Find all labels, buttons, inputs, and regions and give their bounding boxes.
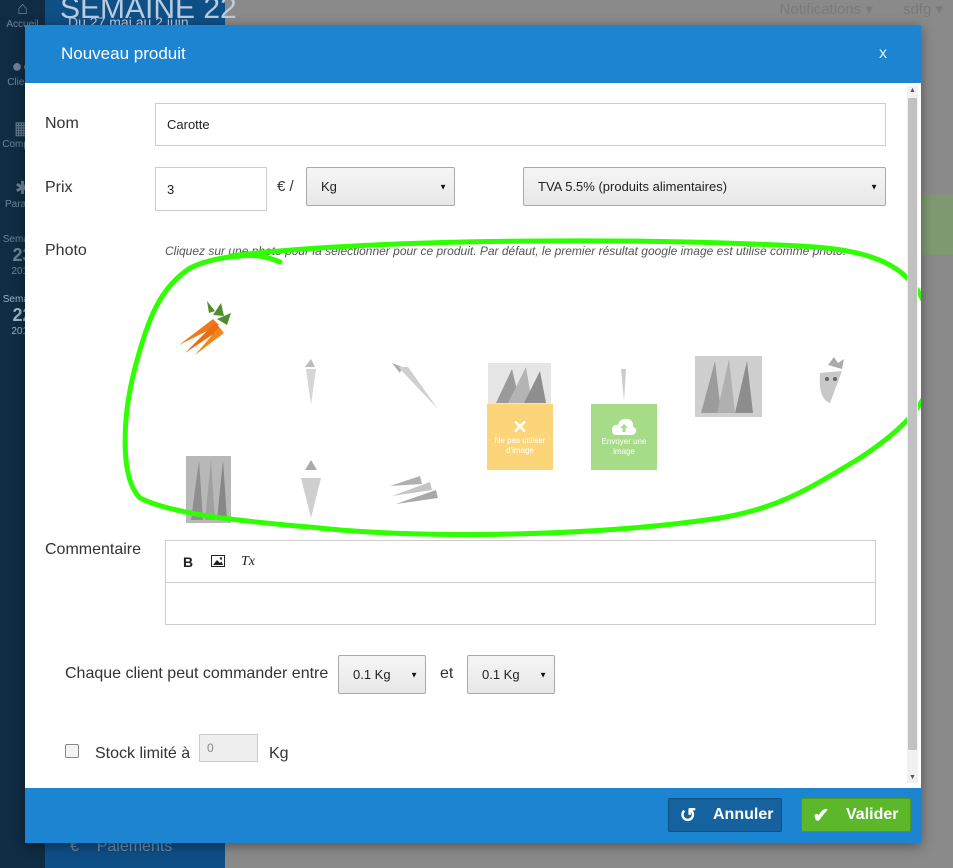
modal-body: Nom Prix € / Kg ▼ TVA 5.5% (produits ali… (25, 83, 921, 788)
no-image-option[interactable]: ✕ Ne pas utiliser d'image (487, 404, 553, 470)
editor-toolbar: B Tx (166, 541, 875, 583)
carrots-photo-grey (186, 456, 231, 523)
nom-input[interactable] (155, 103, 886, 146)
modal-scrollbar[interactable]: ▲ ▼ (907, 86, 918, 783)
bold-button[interactable]: B (180, 554, 196, 570)
close-icon: ✕ (512, 417, 528, 437)
cloud-upload-icon (611, 418, 637, 435)
prix-unit-separator: € / (277, 178, 294, 195)
modal-footer: ↺ Annuler ✔ Valider (25, 788, 921, 843)
photo-option-9[interactable] (277, 456, 344, 523)
bg-green-block (918, 195, 953, 255)
check-icon: ✔ (812, 804, 830, 827)
modal-header: Nouveau produit x (25, 25, 921, 83)
clear-format-button[interactable]: Tx (240, 554, 256, 570)
chevron-down-icon: ▼ (870, 182, 878, 191)
comment-text-area[interactable] (166, 583, 875, 625)
photo-hint: Cliquez sur une photo pour la sélectionn… (165, 244, 847, 258)
tva-select[interactable]: TVA 5.5% (produits alimentaires) ▼ (523, 167, 886, 206)
comment-editor: B Tx (165, 540, 876, 625)
cancel-button[interactable]: ↺ Annuler (668, 798, 782, 832)
order-max-select[interactable]: 0.1 Kg ▼ (467, 655, 555, 694)
scroll-down-icon[interactable]: ▼ (908, 773, 917, 783)
stock-label: Stock limité à (95, 745, 191, 762)
carrots-pile-photo-grey (695, 356, 762, 417)
photo-option-6[interactable] (695, 353, 762, 420)
upload-image-option[interactable]: Envoyer une image (591, 404, 657, 470)
stock-limited-checkbox[interactable] (65, 744, 79, 758)
carrot-photo-grey (301, 460, 321, 518)
carrot-photo-grey (392, 363, 438, 409)
order-range-label: Chaque client peut commander entre (65, 665, 329, 682)
user-menu[interactable]: sdfg ▾ (903, 0, 943, 22)
commentaire-label: Commentaire (45, 541, 142, 558)
bg-topbar: Notifications ▾ sdfg ▾ (780, 0, 953, 22)
photo-option-3[interactable] (380, 353, 447, 420)
unit-select[interactable]: Kg ▼ (306, 167, 455, 206)
photo-option-2[interactable] (277, 353, 344, 420)
carrot-photo-grey (305, 359, 316, 405)
image-icon[interactable] (210, 554, 226, 570)
stock-unit: Kg (269, 745, 289, 762)
stock-input[interactable] (199, 734, 258, 762)
chevron-down-icon: ▼ (410, 670, 418, 679)
chevron-down-icon: ▼ (539, 670, 547, 679)
new-product-modal: Nouveau produit x Nom Prix € / Kg ▼ TVA … (25, 25, 921, 843)
photo-label: Photo (45, 242, 87, 259)
order-min-select[interactable]: 0.1 Kg ▼ (338, 655, 426, 694)
scroll-up-icon[interactable]: ▲ (908, 86, 917, 96)
home-icon: ⌂ (17, 0, 28, 18)
photo-option-8[interactable] (175, 456, 242, 523)
notifications-menu[interactable]: Notifications ▾ (780, 0, 873, 22)
photo-option-10[interactable] (380, 456, 447, 523)
prix-label: Prix (45, 179, 73, 196)
nom-label: Nom (45, 115, 79, 132)
prix-input[interactable] (155, 167, 267, 211)
cartoon-carrot-photo-grey (819, 357, 844, 403)
undo-icon: ↺ (679, 804, 697, 827)
carrots-bunch-photo-grey (390, 476, 438, 504)
close-button[interactable]: x (879, 45, 887, 63)
validate-button[interactable]: ✔ Valider (801, 798, 911, 832)
photo-option-1[interactable] (173, 295, 240, 362)
modal-title: Nouveau produit (61, 44, 186, 63)
photo-option-7[interactable] (798, 353, 865, 420)
scroll-thumb[interactable] (908, 98, 917, 750)
chevron-down-icon: ▼ (439, 182, 447, 191)
order-and-label: et (440, 665, 454, 682)
carrot-photo (179, 301, 231, 355)
